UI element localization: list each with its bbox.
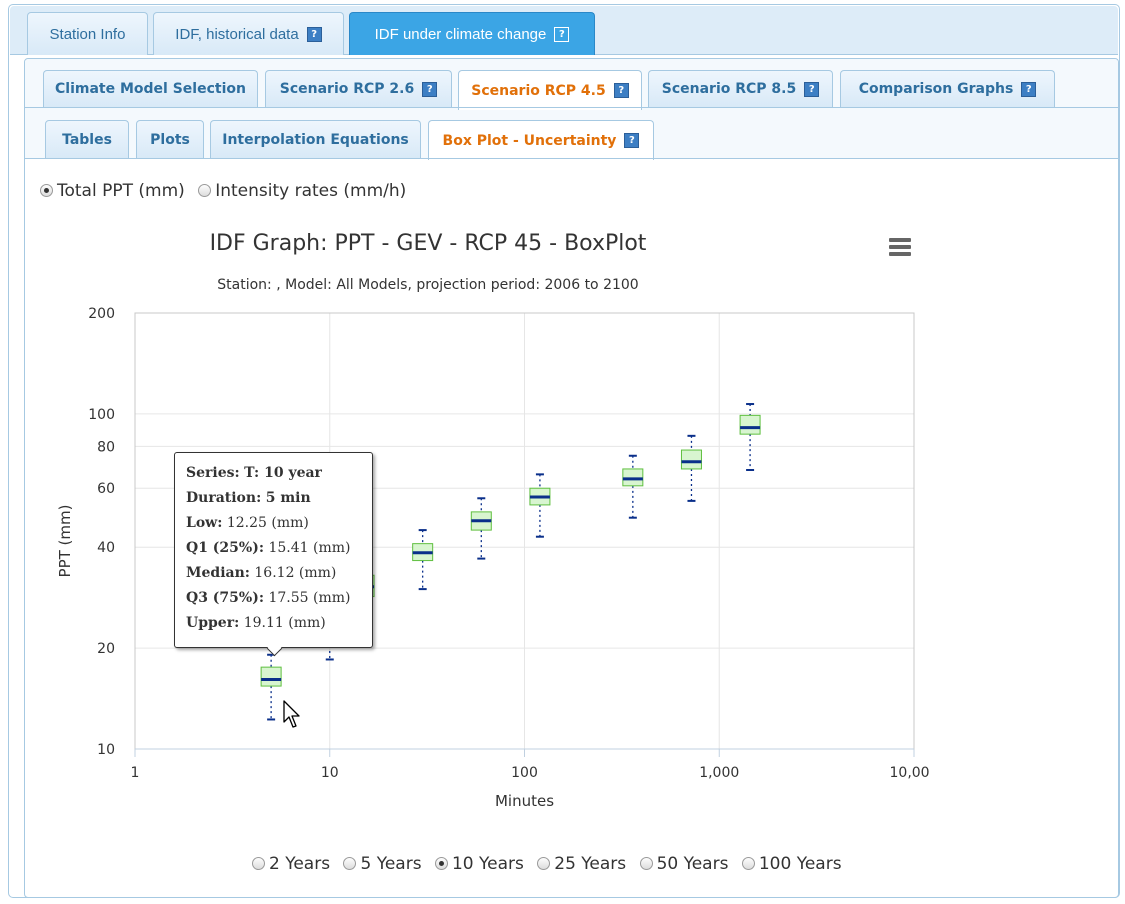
x-tick-label: 1,000: [699, 765, 739, 781]
help-icon[interactable]: ?: [624, 133, 640, 148]
tab-label: IDF, historical data: [175, 25, 299, 43]
x-tick-label: 10: [321, 765, 339, 781]
tab-tables[interactable]: Tables: [45, 120, 129, 158]
tab-rcp-85[interactable]: Scenario RCP 8.5 ?: [648, 70, 833, 107]
radio-25-years[interactable]: 25 Years: [537, 854, 626, 874]
radio-button[interactable]: [40, 184, 53, 197]
radio-button[interactable]: [343, 857, 357, 870]
tab-label: Climate Model Selection: [55, 81, 246, 97]
data-tooltip: Series: T: 10 year Duration: 5 min Low: …: [174, 452, 373, 657]
help-icon[interactable]: ?: [554, 26, 570, 42]
radio-label: Intensity rates (mm/h): [215, 181, 407, 201]
chart-title: IDF Graph: PPT - GEV - RCP 45 - BoxPlot: [210, 231, 647, 256]
chart-menu-icon[interactable]: [889, 238, 911, 256]
tab-label: Scenario RCP 8.5: [661, 81, 797, 97]
tab-label: Scenario RCP 4.5: [471, 82, 606, 99]
tooltip-median: Median: 16.12 (mm): [186, 565, 337, 581]
box-iqr: [680, 449, 702, 470]
radio-100-years[interactable]: 100 Years: [741, 854, 842, 874]
tooltip-q3: Q3 (75%): 17.55 (mm): [186, 590, 351, 606]
radio-50-years[interactable]: 50 Years: [639, 854, 729, 874]
tab-label: Station Info: [49, 25, 126, 43]
help-icon[interactable]: ?: [422, 81, 438, 97]
radio-button[interactable]: [639, 857, 653, 870]
radio-label: 10 Years: [451, 854, 524, 874]
tab-label: Scenario RCP 2.6: [279, 81, 415, 97]
radio-button[interactable]: [537, 857, 551, 870]
tab-rcp-26[interactable]: Scenario RCP 2.6 ?: [265, 70, 452, 107]
chart-subtitle: Station: , Model: All Models, projection…: [217, 277, 638, 293]
radio-label: 25 Years: [554, 854, 627, 874]
tab-rcp-45[interactable]: Scenario RCP 4.5 ?: [458, 70, 642, 110]
tab-divider: [25, 158, 1118, 159]
tooltip-duration: Duration: 5 min: [186, 490, 311, 506]
x-axis-label: Minutes: [495, 792, 554, 810]
tab-idf-historical[interactable]: IDF, historical data ?: [153, 12, 344, 55]
y-tick-label: 40: [97, 540, 115, 556]
radio-label: 5 Years: [360, 854, 422, 874]
radio-2-years[interactable]: 2 Years: [252, 854, 330, 874]
radio-label: 2 Years: [269, 854, 331, 874]
tab-label: Interpolation Equations: [222, 131, 409, 148]
y-tick-label: 60: [97, 481, 115, 497]
y-tick-label: 20: [97, 641, 115, 657]
tab-climate-model-selection[interactable]: Climate Model Selection: [43, 70, 258, 107]
x-tick-label: 100: [511, 765, 538, 781]
tab-label: Plots: [150, 131, 190, 148]
mouse-pointer-icon: [283, 700, 300, 728]
y-tick-label: 80: [97, 439, 115, 455]
main-tab-bar: Station Info IDF, historical data ? IDF …: [10, 6, 1118, 55]
x-tick-label: 1: [131, 765, 140, 781]
tooltip-series: Series: T: 10 year: [186, 465, 322, 481]
radio-total-ppt[interactable]: Total PPT (mm): [40, 181, 185, 201]
return-period-radio-group: 2 Years 5 Years 10 Years 25 Years 50 Yea…: [252, 854, 850, 874]
radio-label: Total PPT (mm): [57, 181, 185, 201]
box-iqr: [260, 666, 282, 687]
radio-label: 50 Years: [656, 854, 729, 874]
y-tick-label: 100: [88, 407, 115, 423]
tab-idf-climate-change[interactable]: IDF under climate change ?: [349, 12, 595, 55]
tab-comparison-graphs[interactable]: Comparison Graphs ?: [840, 70, 1055, 107]
radio-10-years[interactable]: 10 Years: [434, 854, 524, 874]
radio-label: 100 Years: [758, 854, 842, 874]
tab-box-plot-uncertainty[interactable]: Box Plot - Uncertainty ?: [428, 120, 654, 160]
radio-button[interactable]: [741, 857, 755, 870]
tab-station-info[interactable]: Station Info: [27, 12, 148, 55]
tab-label: Tables: [62, 131, 112, 148]
tooltip-upper: Upper: 19.11 (mm): [186, 615, 326, 631]
help-icon[interactable]: ?: [306, 26, 322, 42]
unit-radio-group: Total PPT (mm) Intensity rates (mm/h): [40, 181, 414, 201]
radio-button[interactable]: [198, 184, 212, 197]
tooltip-q1: Q1 (25%): 15.41 (mm): [186, 540, 351, 556]
tab-label: Box Plot - Uncertainty: [442, 132, 617, 149]
box-iqr: [739, 414, 761, 435]
tab-plots[interactable]: Plots: [136, 120, 204, 158]
x-tick-label: 10,000: [890, 765, 931, 781]
tab-divider: [25, 107, 1118, 108]
help-icon[interactable]: ?: [613, 83, 629, 98]
help-icon[interactable]: ?: [804, 81, 820, 97]
radio-button[interactable]: [434, 857, 448, 870]
radio-button[interactable]: [252, 857, 265, 870]
radio-intensity[interactable]: Intensity rates (mm/h): [198, 181, 406, 201]
y-tick-label: 10: [97, 742, 115, 758]
radio-5-years[interactable]: 5 Years: [343, 854, 422, 874]
y-axis-label: PPT (mm): [56, 505, 74, 578]
tab-label: IDF under climate change: [374, 25, 547, 43]
tab-label: Comparison Graphs: [858, 81, 1014, 97]
tab-interpolation-equations[interactable]: Interpolation Equations: [210, 120, 421, 158]
tooltip-low: Low: 12.25 (mm): [186, 515, 309, 531]
y-tick-label: 200: [88, 306, 115, 322]
help-icon[interactable]: ?: [1021, 81, 1037, 97]
